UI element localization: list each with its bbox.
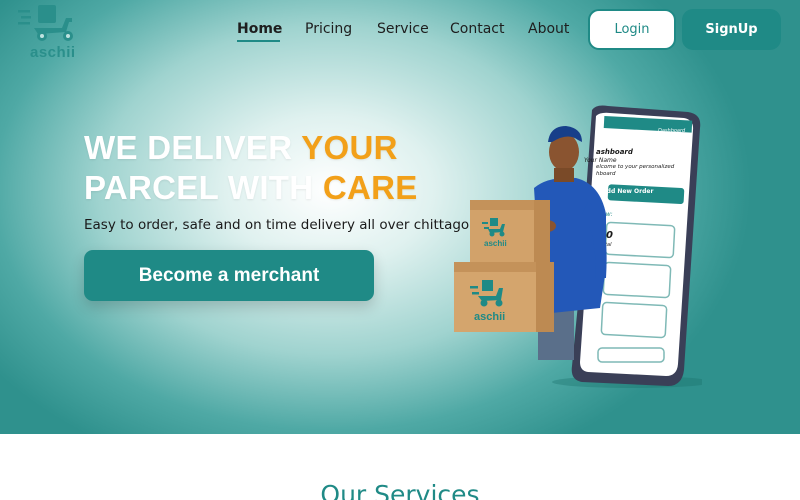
phone-header-label: Dashboard	[658, 128, 686, 134]
headline-line2: PARCEL WITH	[84, 169, 323, 206]
services-section: Our Services	[0, 434, 800, 500]
courier-with-boxes-image: aschii aschii	[454, 126, 607, 360]
headline-accent-your: YOUR	[301, 129, 398, 166]
large-box-label: aschii	[474, 311, 505, 323]
become-merchant-button[interactable]: Become a merchant	[84, 250, 374, 301]
headline-line1: WE DELIVER	[84, 129, 302, 166]
nav-active-underline	[237, 40, 280, 42]
services-title: Our Services	[320, 480, 480, 500]
delivery-scooter-icon	[18, 5, 73, 41]
hero-tagline: Easy to order, safe and on time delivery…	[84, 217, 487, 233]
nav-about[interactable]: About	[528, 21, 569, 37]
small-box-label: aschii	[484, 239, 507, 248]
hero-headline: WE DELIVER YOUR PARCEL WITH CARE	[84, 128, 418, 208]
nav-service[interactable]: Service	[377, 21, 429, 37]
headline-accent-care: CARE	[322, 169, 418, 206]
signup-button[interactable]: SignUp	[682, 9, 781, 50]
login-button[interactable]: Login	[588, 9, 676, 50]
brand-logo[interactable]: aschii	[18, 4, 84, 61]
hero-section: aschii Home Pricing Service Contact Abou…	[0, 0, 800, 434]
nav-contact[interactable]: Contact	[450, 21, 504, 37]
nav-home[interactable]: Home	[237, 21, 282, 37]
courier-illustration: Dashboard ashboard Your Name elcome to y…	[450, 100, 710, 400]
nav-pricing[interactable]: Pricing	[305, 21, 352, 37]
brand-name: aschii	[30, 44, 76, 61]
